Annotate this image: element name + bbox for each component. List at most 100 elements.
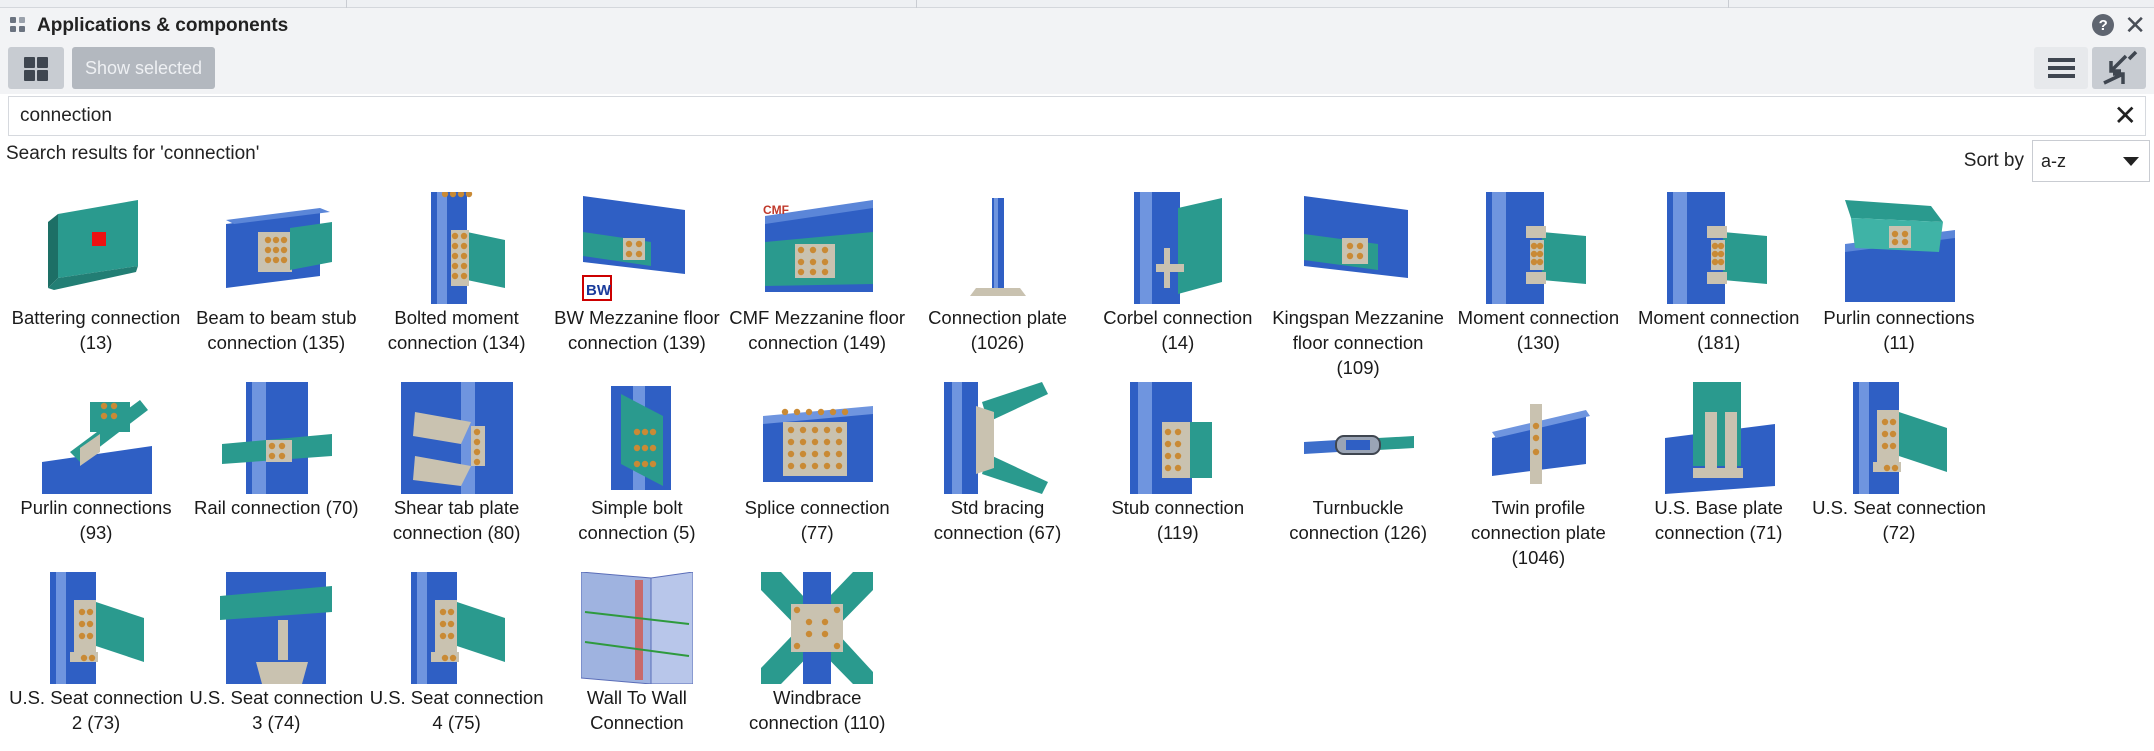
component-tile[interactable]: Bolted moment connection (134)	[367, 187, 547, 355]
component-label: Purlin connections	[1823, 307, 1975, 328]
component-label: Connection plate	[928, 307, 1067, 328]
component-tile[interactable]: BW BW Mezzanine floor connection (139)	[547, 187, 727, 355]
component-label: (130)	[1516, 332, 1560, 353]
svg-text:CMF: CMF	[763, 203, 789, 217]
component-label: floor connection	[1292, 332, 1424, 353]
component-tile[interactable]: Corbel connection (14)	[1088, 187, 1268, 355]
component-label: (119)	[1156, 522, 1199, 543]
component-label: Rail connection (70)	[194, 497, 359, 518]
connection-plate-icon	[969, 198, 1026, 296]
panel-titlebar: Applications & components ? ✕	[0, 8, 2154, 44]
collapse-button[interactable]	[2092, 47, 2146, 89]
wall-to-wall-icon	[580, 572, 693, 684]
component-label: connection (126)	[1289, 522, 1427, 543]
component-label: Turnbuckle	[1312, 497, 1404, 518]
grid-icon	[24, 57, 35, 68]
component-label: Moment connection	[1457, 307, 1620, 328]
component-tile[interactable]: Connection plate (1026)	[908, 187, 1088, 355]
beam-stub-icon	[226, 208, 333, 288]
component-label: connection (135)	[207, 332, 346, 353]
component-label: connection plate	[1471, 522, 1606, 543]
component-tile[interactable]: Purlin connections (11)	[1809, 187, 1989, 355]
help-icon[interactable]: ?	[2092, 14, 2115, 36]
close-icon[interactable]: ✕	[2124, 12, 2146, 38]
upper-panel-strip	[0, 0, 2154, 8]
component-tile[interactable]: Moment connection (130)	[1448, 187, 1628, 355]
component-label: Shear tab plate	[393, 497, 520, 518]
component-tile[interactable]: Kingspan Mezzanine floor connection (109)	[1268, 187, 1448, 380]
sort-label: Sort by	[1963, 150, 2024, 171]
component-label: Purlin connections	[20, 497, 172, 518]
component-label: Simple bolt	[591, 497, 683, 518]
strip-divider	[916, 0, 917, 8]
search-input[interactable]	[9, 97, 2069, 135]
component-label: connection (149)	[748, 332, 887, 353]
component-tile[interactable]: Simple bolt connection (5)	[547, 377, 727, 545]
component-tile[interactable]: Twin profile connection plate (1046)	[1448, 377, 1628, 570]
component-label: (11)	[1883, 332, 1915, 353]
component-tile[interactable]: Rail connection (70)	[186, 377, 366, 520]
component-label: (77)	[800, 522, 834, 543]
seat-icon	[50, 572, 144, 684]
twin-profile-icon	[1492, 404, 1591, 484]
svg-text:BW: BW	[586, 282, 612, 299]
component-label: Connection	[590, 712, 684, 733]
seat-icon	[410, 572, 505, 684]
moment-icon	[1486, 192, 1587, 304]
component-label: (181)	[1697, 332, 1741, 353]
results-grid: Battering connection (13) Beam to beam stu…	[0, 187, 2154, 751]
bracing-icon	[943, 382, 1048, 494]
component-label: (13)	[79, 332, 113, 353]
purlin-icon	[1845, 200, 1955, 302]
component-label: Twin profile	[1491, 497, 1586, 518]
show-selected-button[interactable]: Show selected	[72, 47, 215, 89]
turnbuckle-icon	[1304, 435, 1415, 455]
cmf-mezzanine-icon: CMF	[763, 200, 874, 292]
component-tile[interactable]: Windbrace connection (110)	[727, 567, 907, 735]
component-tile[interactable]: U.S. Seat connection 4 (75)	[367, 567, 547, 735]
sort-select[interactable]: a-z	[2032, 140, 2150, 182]
component-label: U.S. Seat connection	[369, 687, 544, 708]
component-tile[interactable]: Battering connection (13)	[6, 187, 186, 355]
component-tile[interactable]: U.S. Seat connection 3 (74)	[186, 567, 366, 735]
base-plate-icon	[1664, 382, 1775, 494]
component-tile[interactable]: Turnbuckle connection (126)	[1268, 377, 1448, 545]
clear-search-icon[interactable]: ✕	[2114, 101, 2137, 131]
splice-icon	[763, 406, 874, 482]
component-tile[interactable]: Stub connection (119)	[1088, 377, 1268, 545]
component-label: CMF Mezzanine floor	[729, 307, 906, 328]
strip-divider	[1728, 0, 1729, 8]
component-tile[interactable]: U.S. Base plate connection (71)	[1629, 377, 1809, 545]
component-tile[interactable]: Moment connection (181)	[1629, 187, 1809, 355]
list-view-button[interactable]	[2034, 47, 2088, 89]
grid-view-button[interactable]	[8, 47, 64, 89]
stub-icon	[1129, 382, 1212, 494]
component-label: Beam to beam stub	[196, 307, 357, 328]
component-label: 2 (73)	[71, 712, 121, 733]
moment-icon	[1666, 192, 1767, 304]
component-label: connection (67)	[933, 522, 1062, 543]
component-label: Windbrace	[772, 687, 862, 708]
applications-icon	[10, 17, 28, 35]
component-label: Corbel connection	[1103, 307, 1253, 328]
component-tile[interactable]: Splice connection (77)	[727, 377, 907, 545]
component-tile[interactable]: U.S. Seat connection (72)	[1809, 377, 1989, 545]
component-tile[interactable]: Std bracing connection (67)	[908, 377, 1088, 545]
component-tile[interactable]: Wall To Wall Connection	[547, 567, 727, 735]
search-box: ✕	[8, 96, 2146, 136]
rail-icon	[222, 382, 333, 494]
corbel-icon	[1133, 192, 1222, 304]
component-label: Stub connection	[1111, 497, 1245, 518]
strip-divider	[346, 0, 347, 8]
component-label: 3 (74)	[252, 712, 301, 733]
component-tile[interactable]: Beam to beam stub connection (135)	[186, 187, 366, 355]
panel-title: Applications & components	[37, 15, 289, 36]
component-tile[interactable]: Shear tab plate connection (80)	[367, 377, 547, 545]
component-label: Bolted moment	[394, 307, 519, 328]
component-label: connection (134)	[387, 332, 526, 353]
component-label: connection (5)	[578, 522, 696, 543]
component-label: U.S. Seat connection	[9, 687, 183, 708]
component-tile[interactable]: U.S. Seat connection 2 (73)	[6, 567, 186, 735]
component-tile[interactable]: CMF CMF Mezzanine floor connection (149)	[727, 187, 907, 355]
component-tile[interactable]: Purlin connections (93)	[6, 377, 186, 545]
